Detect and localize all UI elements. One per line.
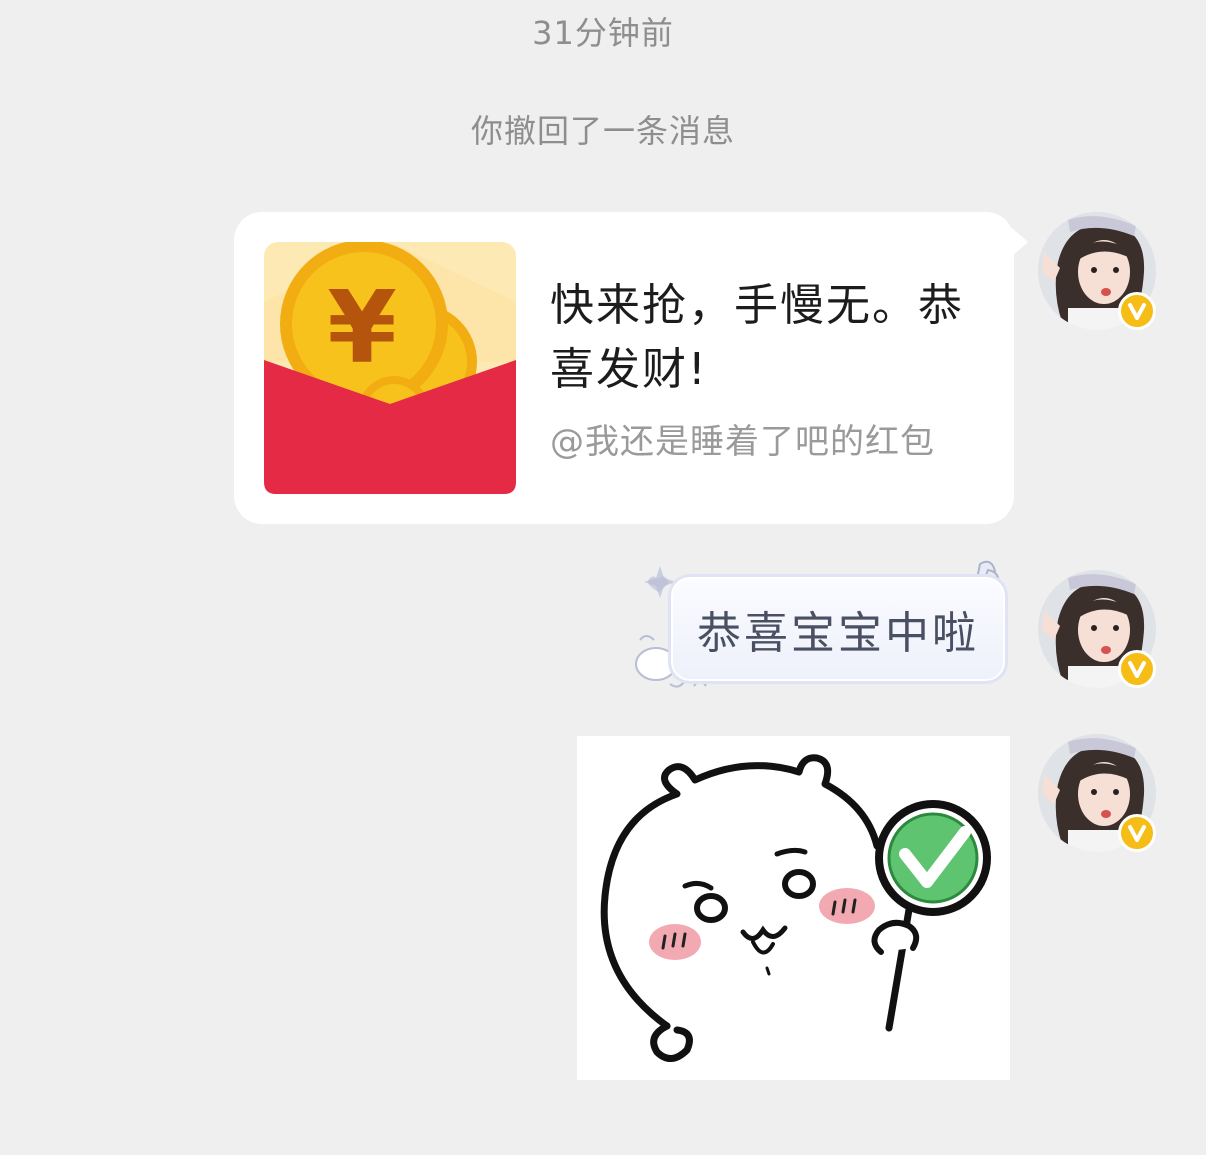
avatar[interactable] (1038, 734, 1156, 852)
verified-badge-icon (1118, 814, 1156, 852)
timestamp: 31分钟前 (532, 14, 674, 52)
avatar[interactable] (1038, 570, 1156, 688)
recall-notice: 你撤回了一条消息 (470, 112, 735, 150)
verified-badge-icon (1118, 292, 1156, 330)
bear-sticker-icon (600, 754, 991, 1062)
red-packet-sender: @我还是睡着了吧的红包 (550, 422, 935, 462)
red-packet-title: 快来抢，手慢无。恭喜发财! (550, 280, 964, 395)
red-envelope-icon: ¥ (264, 242, 516, 494)
sticker-message[interactable] (577, 736, 1010, 1080)
verified-badge-icon (1118, 650, 1156, 688)
text-message-bubble[interactable]: 恭喜宝宝中啦 (668, 574, 1014, 686)
svg-text:¥: ¥ (327, 269, 397, 386)
message-text: 恭喜宝宝中啦 (697, 608, 979, 659)
red-packet-message[interactable]: ¥ 快来抢，手慢无。恭喜发财! @我还是睡着了吧的红包 (234, 212, 1028, 524)
avatar[interactable] (1038, 212, 1156, 330)
bubble-tail (1012, 228, 1028, 256)
